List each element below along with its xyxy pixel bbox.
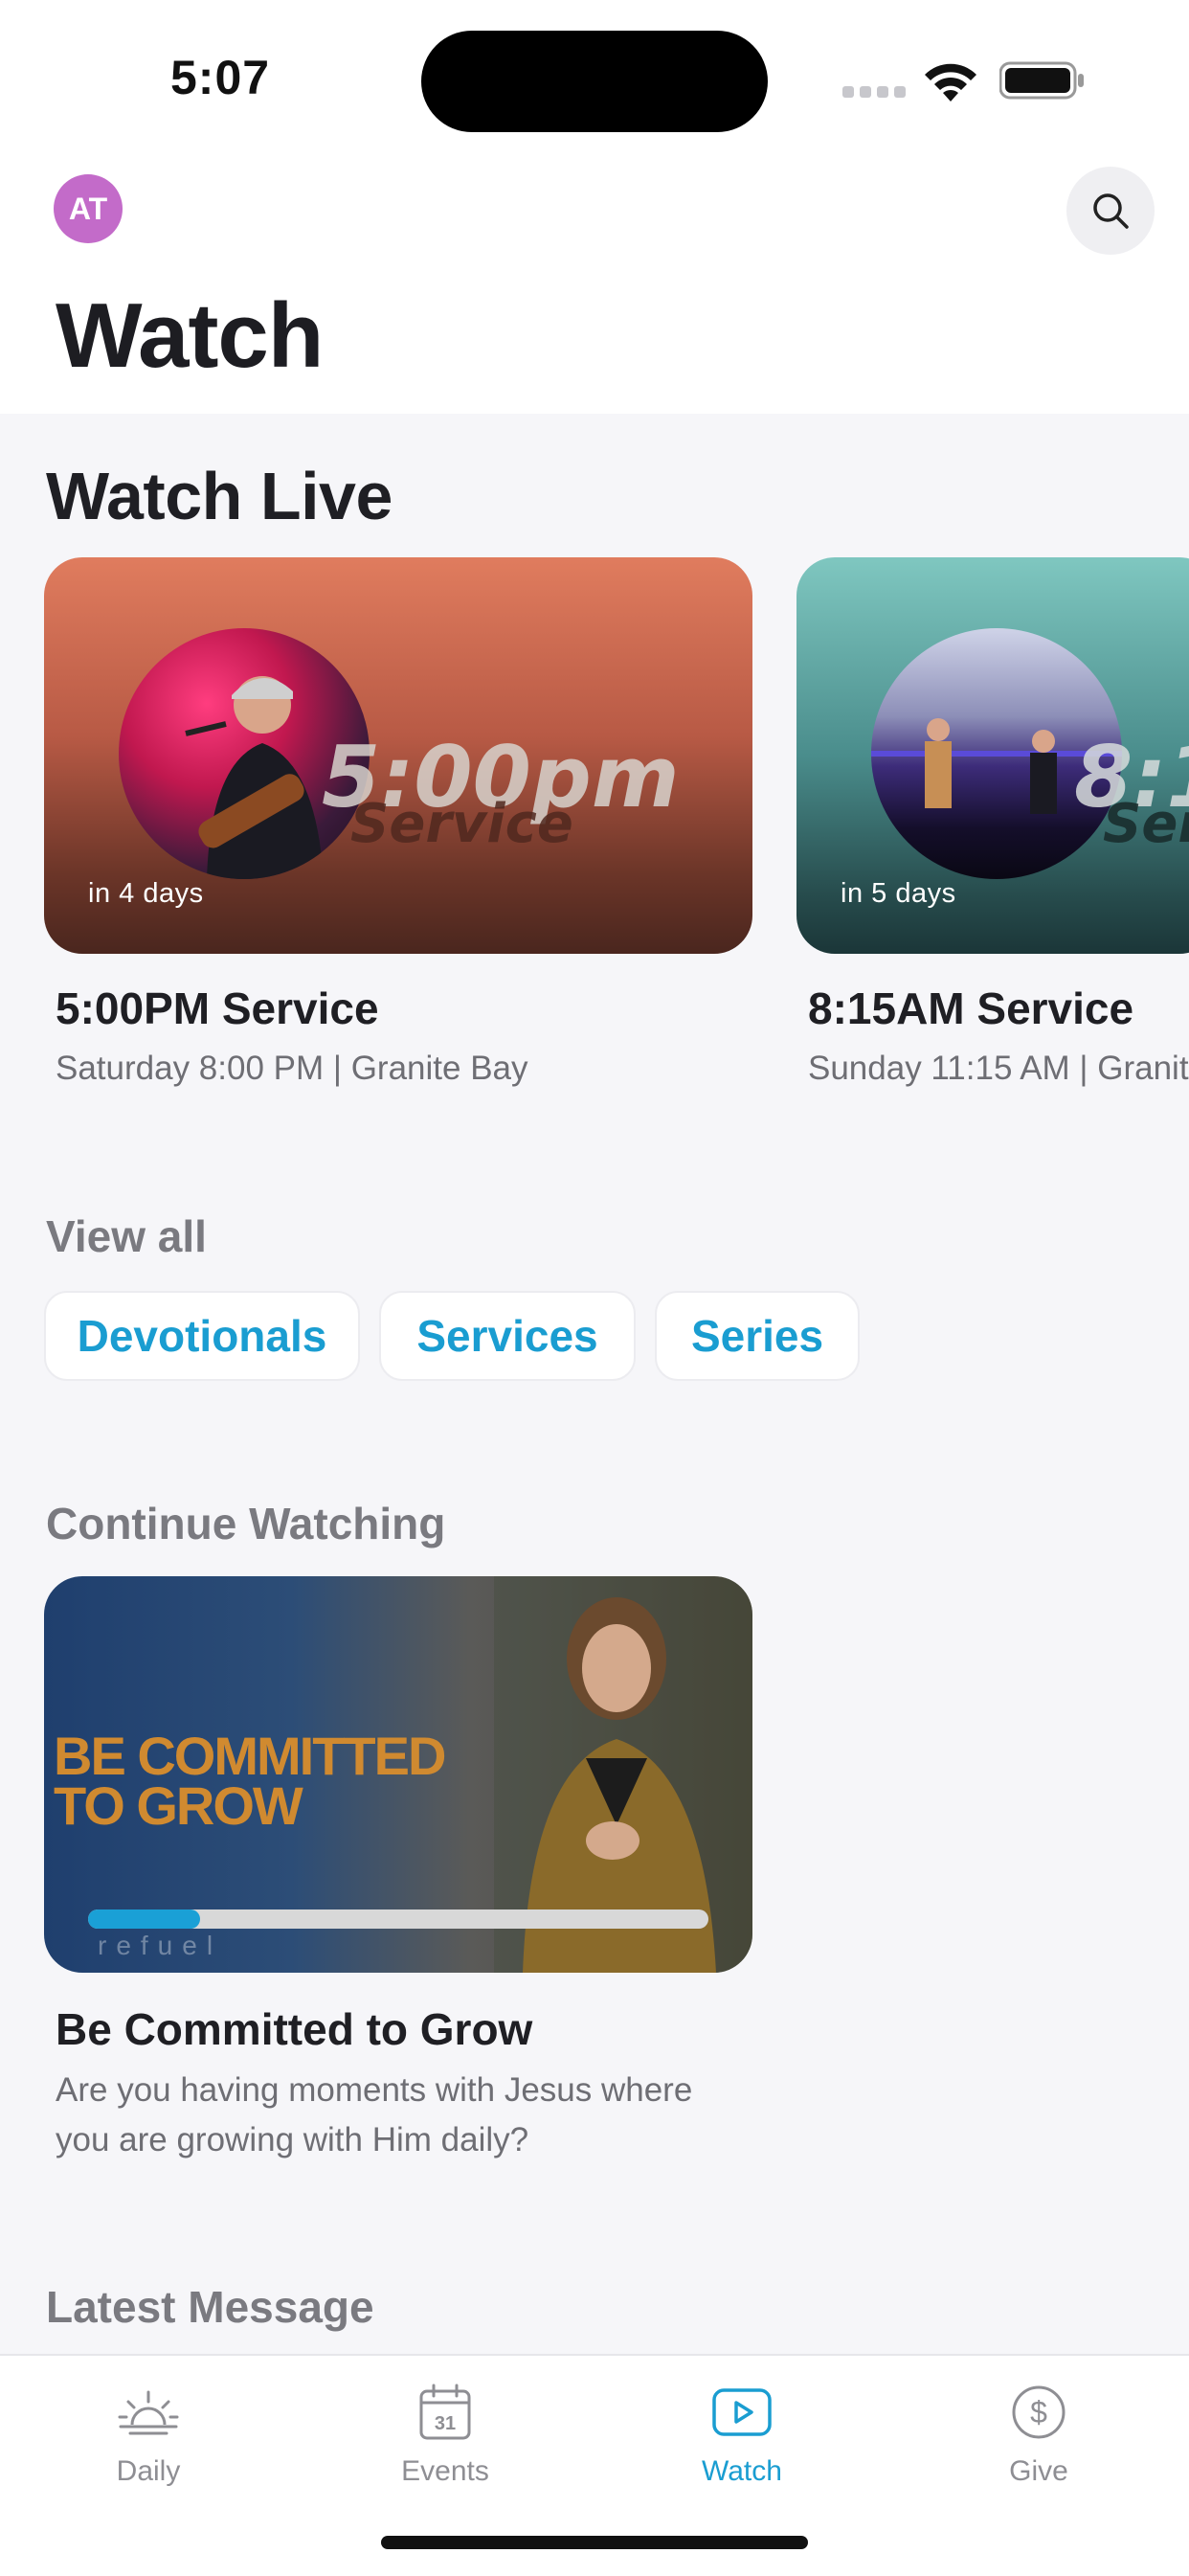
wifi-icon bbox=[925, 63, 976, 102]
continue-watching-card[interactable]: BE COMMITTED TO GROW refuel bbox=[44, 1576, 752, 1973]
tab-daily[interactable]: Daily bbox=[0, 2356, 297, 2509]
card-badge: in 4 days bbox=[88, 878, 204, 909]
continue-watching-heading: Continue Watching bbox=[46, 1499, 446, 1548]
chip-series[interactable]: Series bbox=[655, 1291, 860, 1381]
search-button[interactable] bbox=[1066, 167, 1155, 255]
thumb-text-line1: BE COMMITTED bbox=[54, 1726, 446, 1786]
live-service-card[interactable]: 8:1 Ser in 5 days bbox=[796, 557, 1189, 954]
page-title: Watch bbox=[56, 284, 324, 387]
thumb-text-sub: Service bbox=[350, 793, 573, 855]
watch-live-heading: Watch Live bbox=[46, 459, 393, 533]
live-service-card[interactable]: 5:00pm Service in 4 days bbox=[44, 557, 752, 954]
tab-label: Give bbox=[1009, 2455, 1068, 2487]
refuel-logo: refuel bbox=[98, 1931, 223, 1960]
play-icon bbox=[712, 2388, 772, 2436]
chip-services[interactable]: Services bbox=[379, 1291, 636, 1381]
dollar-circle-icon: $ bbox=[1012, 2385, 1066, 2439]
signal-icon bbox=[842, 86, 906, 98]
thumb-text-line2: TO GROW bbox=[54, 1775, 303, 1836]
continue-title[interactable]: Be Committed to Grow bbox=[56, 2003, 532, 2055]
svg-text:$: $ bbox=[1030, 2395, 1047, 2429]
card-subtitle: Sunday 11:15 AM | Granit bbox=[808, 1050, 1189, 1087]
calendar-date: 31 bbox=[435, 2413, 456, 2434]
avatar[interactable]: AT bbox=[54, 174, 123, 243]
battery-icon bbox=[999, 61, 1084, 100]
card-title[interactable]: 5:00PM Service bbox=[56, 983, 379, 1034]
card-subtitle: Saturday 8:00 PM | Granite Bay bbox=[56, 1050, 528, 1087]
tab-label: Events bbox=[401, 2455, 489, 2487]
chip-devotionals[interactable]: Devotionals bbox=[44, 1291, 360, 1381]
status-time: 5:07 bbox=[170, 51, 271, 104]
dynamic-island bbox=[421, 31, 768, 132]
latest-message-heading: Latest Message bbox=[46, 2282, 374, 2332]
home-indicator bbox=[381, 2536, 808, 2549]
continue-description: Are you having moments with Jesus where … bbox=[56, 2066, 783, 2165]
thumb-text-sub: Ser bbox=[1103, 793, 1189, 855]
progress-bar bbox=[88, 1909, 708, 1929]
tab-events[interactable]: 31 Events bbox=[297, 2356, 594, 2509]
progress-fill bbox=[88, 1909, 200, 1929]
tab-give[interactable]: $ Give bbox=[890, 2356, 1187, 2509]
calendar-icon: 31 bbox=[419, 2384, 471, 2440]
description-line: Are you having moments with Jesus where bbox=[56, 2071, 693, 2109]
card-title[interactable]: 8:15AM Service bbox=[808, 983, 1133, 1034]
search-icon bbox=[1093, 193, 1129, 229]
card-badge: in 5 days bbox=[841, 878, 956, 909]
tab-label: Watch bbox=[702, 2455, 782, 2487]
sunrise-icon bbox=[118, 2390, 179, 2435]
tab-label: Daily bbox=[116, 2455, 181, 2487]
description-line: you are growing with Him daily? bbox=[56, 2121, 529, 2158]
view-all-heading: View all bbox=[46, 1211, 207, 1261]
tab-watch[interactable]: Watch bbox=[594, 2356, 890, 2509]
